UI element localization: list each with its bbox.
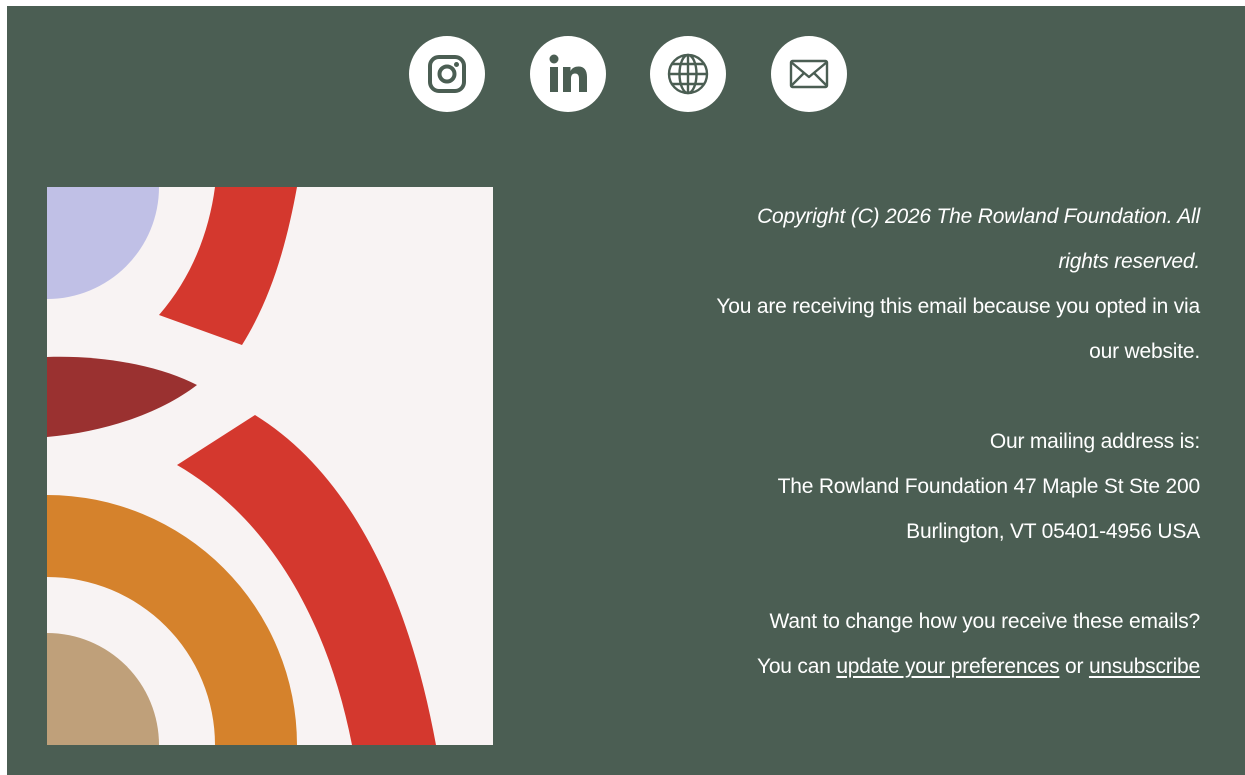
reason-line-2: our website. (1089, 340, 1200, 363)
email-button[interactable] (771, 36, 847, 112)
email-footer: Copyright (C) 2026 The Rowland Foundatio… (7, 6, 1245, 775)
address-heading: Our mailing address is: (989, 430, 1200, 453)
instagram-icon (428, 55, 466, 93)
preferences-line: You can update your preferences or unsub… (640, 644, 1200, 689)
preferences-question: Want to change how you receive these ema… (769, 610, 1201, 633)
social-links (7, 36, 1245, 112)
footer-text-block: Copyright (C) 2026 The Rowland Foundatio… (640, 194, 1200, 689)
reason-line-1: You are receiving this email because you… (716, 295, 1200, 318)
preferences-prefix: You can (756, 655, 831, 678)
foundation-logo-art (47, 187, 493, 745)
update-preferences-link[interactable]: update your preferences (836, 655, 1059, 678)
envelope-icon (789, 59, 829, 89)
globe-icon (667, 53, 709, 95)
address-line-2: Burlington, VT 05401-4956 USA (906, 520, 1200, 543)
preferences-connector: or (1065, 655, 1084, 678)
instagram-button[interactable] (409, 36, 485, 112)
address-line-1: The Rowland Foundation 47 Maple St Ste 2… (777, 475, 1201, 498)
unsubscribe-link[interactable]: unsubscribe (1089, 655, 1200, 678)
copyright-line-2: rights reserved. (1058, 250, 1200, 273)
copyright-line-1: Copyright (C) 2026 The Rowland Foundatio… (757, 205, 1200, 228)
website-button[interactable] (650, 36, 726, 112)
linkedin-icon (549, 54, 587, 92)
linkedin-button[interactable] (530, 36, 606, 112)
